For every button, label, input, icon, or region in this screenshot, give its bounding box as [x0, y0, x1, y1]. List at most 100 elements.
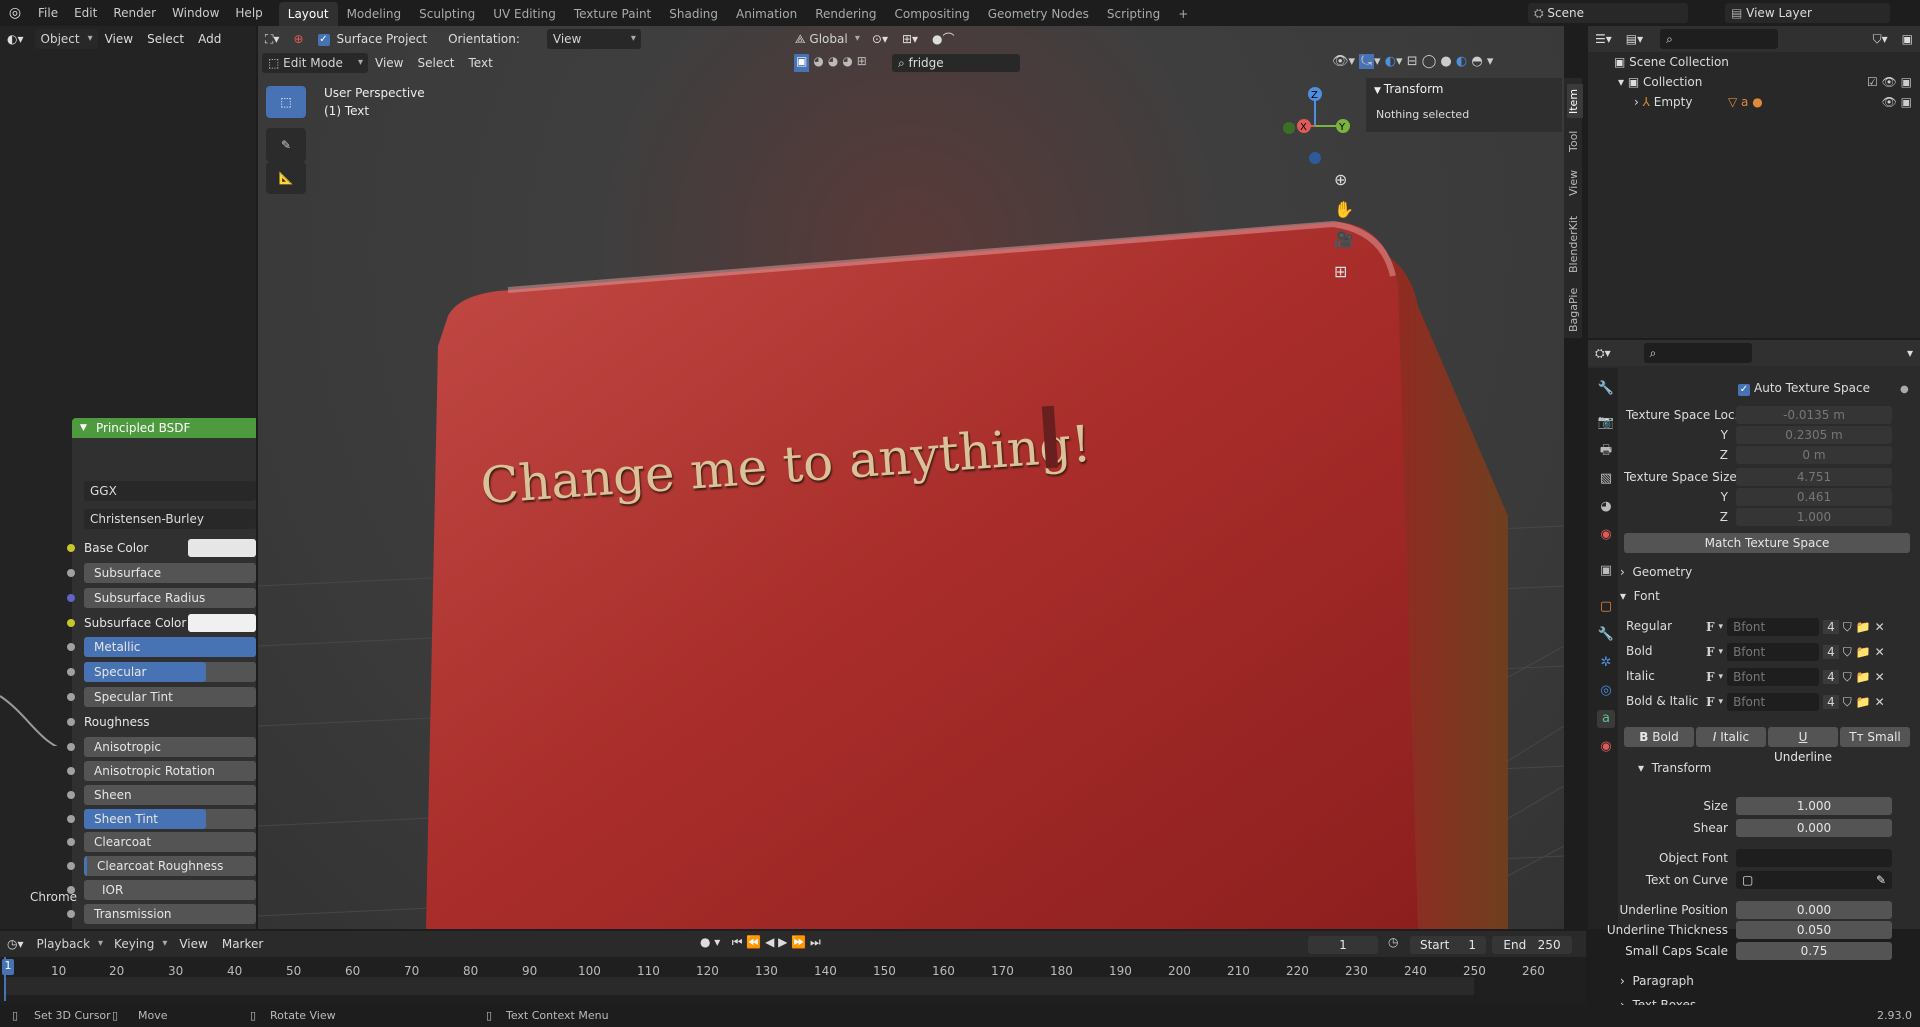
visibility-icons[interactable]: ☑ 👁 ▣ [1867, 72, 1912, 92]
toolbar-select-tool[interactable]: ⬚ [266, 86, 306, 118]
text-on-curve-field[interactable]: ▢ ✎ [1736, 871, 1892, 889]
modifier-tab-icon[interactable]: 🔧 [1597, 626, 1615, 644]
socket-specular[interactable] [67, 668, 75, 676]
material-tab-icon[interactable]: ◉ [1597, 738, 1615, 756]
socket-subsurface[interactable] [67, 569, 75, 577]
font-bold-selector[interactable]: F ▾ Bfont 4 ⛉ 📁 ✕ [1706, 642, 1904, 662]
paragraph-panel-header[interactable]: › Paragraph [1620, 974, 1694, 988]
view-layer-tab-icon[interactable]: ▧ [1597, 470, 1615, 488]
new-collection-icon[interactable]: ▣ [1895, 28, 1920, 50]
texture-space-loc-x[interactable]: -0.0135 m [1736, 406, 1892, 424]
tab-view[interactable]: View [1567, 168, 1583, 198]
properties-options-icon[interactable]: ▾ [1900, 342, 1920, 364]
transform-pivot-icon[interactable]: ⊕ [286, 28, 310, 50]
navigation-gizmo[interactable]: Z Y X [1275, 86, 1355, 166]
italic-style-button[interactable]: I Italic [1696, 727, 1766, 747]
pivot-point-icon[interactable]: ⊙▾ [865, 28, 895, 50]
keyframe-dot[interactable]: ● [1900, 384, 1909, 395]
tab-uv-editing[interactable]: UV Editing [484, 2, 565, 26]
underline-thickness-field[interactable]: 0.050 [1736, 921, 1892, 939]
fake-user-icon[interactable]: ⛉ [1843, 620, 1852, 635]
folder-icon[interactable]: 📁 [1856, 695, 1871, 709]
preview-range-icon[interactable]: ◷ [1388, 935, 1398, 949]
close-icon[interactable]: ✕ [1875, 670, 1885, 684]
collection-tab-icon[interactable]: ▣ [1597, 562, 1615, 580]
auto-texture-space-checkbox[interactable]: ✓ [1738, 384, 1750, 396]
viewport-select-menu[interactable]: Select [410, 52, 461, 74]
input-metallic[interactable]: Metallic [84, 637, 256, 657]
end-frame-field[interactable]: End 250 [1492, 936, 1572, 954]
input-anisotropic-rotation[interactable]: Anisotropic Rotation [84, 761, 256, 781]
socket-roughness[interactable] [67, 718, 75, 726]
input-clearcoat-roughness[interactable]: Clearcoat Roughness [84, 856, 256, 876]
outliner-search[interactable]: ⌕ [1660, 29, 1779, 49]
base-color-swatch[interactable] [188, 539, 256, 557]
texture-space-size-y[interactable]: 0.461 [1736, 488, 1892, 506]
annotate-tool-icon[interactable]: ✎ [266, 128, 306, 162]
tab-tool[interactable]: Tool [1567, 128, 1583, 154]
tab-rendering[interactable]: Rendering [806, 2, 885, 26]
viewport-view-menu[interactable]: View [368, 52, 410, 74]
proportional-edit-icon[interactable]: ●⌒ [925, 28, 961, 50]
outliner-row-empty[interactable]: › ⅄ Empty ▽ a ● 👁 ▣ [1588, 92, 1920, 112]
viewport-shading-icons[interactable]: 👁▾ ⤿ ▾ ◐▾ ⊟ ◯ ● ◐ ◓ ▾ [1332, 54, 1493, 69]
input-transmission[interactable]: Transmission [84, 904, 256, 924]
start-frame-field[interactable]: Start 1 [1410, 936, 1486, 954]
texture-space-loc-z[interactable]: 0 m [1736, 446, 1892, 464]
output-tab-icon[interactable]: 🖶 [1597, 442, 1615, 460]
socket-anisotropic[interactable] [67, 743, 75, 751]
input-specular-tint[interactable]: Specular Tint [84, 687, 256, 707]
menu-window[interactable]: Window [164, 0, 227, 26]
physics-tab-icon[interactable]: ◎ [1597, 682, 1615, 700]
collapse-icon[interactable]: ▼ [80, 418, 87, 438]
tab-sculpting[interactable]: Sculpting [410, 2, 484, 26]
tab-animation[interactable]: Animation [727, 2, 806, 26]
socket-sheen[interactable] [67, 791, 75, 799]
tab-modeling[interactable]: Modeling [338, 2, 411, 26]
surface-project-checkbox[interactable]: ✓ [311, 28, 337, 50]
match-texture-space-button[interactable]: Match Texture Space [1624, 533, 1910, 553]
transform-panel-header[interactable]: ▼ Transform [1366, 78, 1562, 100]
underline-position-field[interactable]: 0.000 [1736, 901, 1892, 919]
playhead-frame-badge[interactable]: 1 [2, 959, 14, 975]
viewport-editor-type-icon[interactable]: ⛶▾ [258, 28, 286, 50]
tab-shading[interactable]: Shading [660, 2, 727, 26]
tab-texture-paint[interactable]: Texture Paint [565, 2, 660, 26]
tab-compositing[interactable]: Compositing [885, 2, 978, 26]
distribution-dropdown[interactable]: GGX [84, 481, 256, 501]
folder-icon[interactable]: 📁 [1856, 620, 1871, 634]
object-font-field[interactable] [1736, 849, 1892, 867]
socket-clearcoat-roughness[interactable] [67, 862, 75, 870]
socket-base-color[interactable] [67, 544, 75, 552]
properties-editor-icon[interactable]: ⛭▾ [1588, 342, 1618, 364]
tab-blenderkit[interactable]: BlenderKit [1567, 214, 1583, 274]
tab-scripting[interactable]: Scripting [1098, 2, 1169, 26]
snap-icon[interactable]: ⊞▾ [895, 28, 925, 50]
playback-controls[interactable]: ● ▾ ⏮ ⏪ ◀ ▶ ⏩ ⏭ [700, 935, 821, 950]
socket-ior[interactable] [67, 886, 75, 894]
outliner-row-scene-collection[interactable]: ▣ Scene Collection [1588, 52, 1920, 72]
viewport-3d[interactable]: Change me to anything! [258, 26, 1564, 929]
zoom-icon[interactable]: ⊕ [1334, 170, 1347, 189]
input-sheen[interactable]: Sheen [84, 785, 256, 805]
socket-anisotropic-rotation[interactable] [67, 767, 75, 775]
socket-clearcoat[interactable] [67, 838, 75, 846]
menu-file[interactable]: File [30, 0, 66, 26]
outliner-row-collection[interactable]: ▾ ▣ Collection ☑ 👁 ▣ [1588, 72, 1920, 92]
tab-item[interactable]: Item [1567, 84, 1583, 118]
render-tab-icon[interactable]: 📷 [1597, 414, 1615, 432]
view-layer-selector[interactable]: ▤ View Layer [1725, 3, 1890, 23]
playback-dropdown[interactable]: Playback [31, 934, 109, 954]
tool-tab-icon[interactable]: 🔧 [1597, 380, 1615, 398]
folder-icon[interactable]: 📁 [1856, 670, 1871, 684]
eyedropper-icon[interactable]: ✎ [1876, 871, 1886, 889]
input-clearcoat[interactable]: Clearcoat [84, 832, 256, 852]
properties-search[interactable]: ⌕ [1643, 343, 1752, 363]
fake-user-icon[interactable]: ⛉ [1843, 670, 1852, 685]
close-icon[interactable]: ✕ [1875, 645, 1885, 659]
add-workspace-icon[interactable]: + [1169, 2, 1197, 26]
underline-style-button[interactable]: U Underline [1768, 727, 1838, 764]
input-specular[interactable]: Specular [84, 662, 206, 682]
scene-selector[interactable]: ⛭ Scene [1528, 3, 1688, 23]
viewport-search-field[interactable]: ⌕ fridge [892, 54, 1020, 72]
